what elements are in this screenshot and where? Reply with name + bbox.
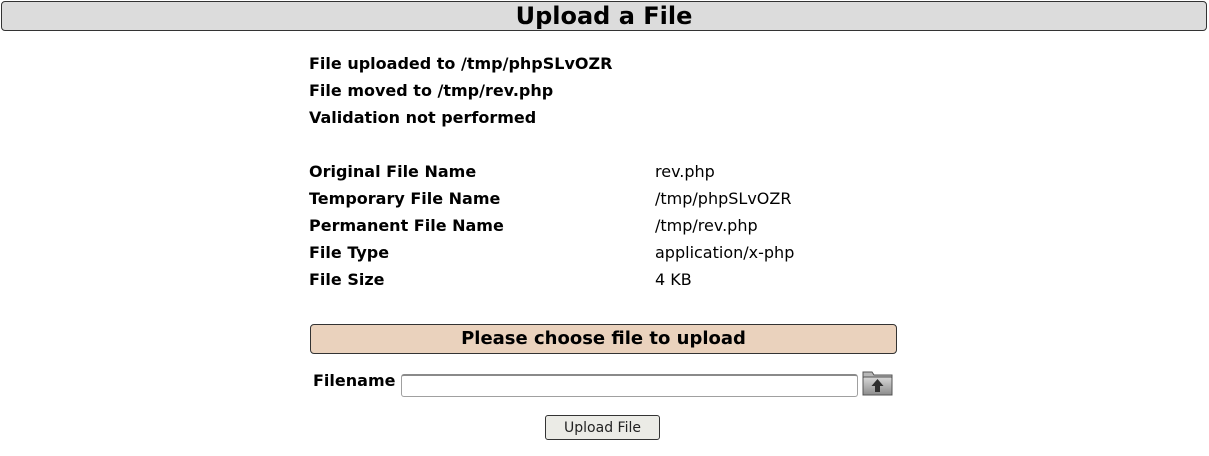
file-info-row: File Size 4 KB: [309, 270, 909, 297]
file-info-label: File Size: [309, 270, 385, 289]
file-info-row: Temporary File Name /tmp/phpSLvOZR: [309, 189, 909, 216]
browse-button[interactable]: [861, 368, 894, 397]
status-validation: Validation not performed: [309, 108, 537, 127]
page: Upload a File File uploaded to /tmp/phpS…: [0, 0, 1209, 456]
file-info-table: Original File Name rev.php Temporary Fil…: [309, 162, 909, 297]
upload-panel-title: Please choose file to upload: [310, 324, 897, 354]
file-info-label: Permanent File Name: [309, 216, 504, 235]
file-info-row: File Type application/x-php: [309, 243, 909, 270]
file-info-value: application/x-php: [655, 243, 795, 262]
page-title: Upload a File: [1, 1, 1207, 31]
file-info-label: Original File Name: [309, 162, 477, 181]
file-info-value: /tmp/phpSLvOZR: [655, 189, 792, 208]
status-moved: File moved to /tmp/rev.php: [309, 81, 554, 100]
file-info-row: Permanent File Name /tmp/rev.php: [309, 216, 909, 243]
file-info-value: 4 KB: [655, 270, 692, 289]
filename-input[interactable]: [401, 374, 858, 397]
file-info-value: rev.php: [655, 162, 715, 181]
status-uploaded: File uploaded to /tmp/phpSLvOZR: [309, 54, 613, 73]
file-info-row: Original File Name rev.php: [309, 162, 909, 189]
filename-label: Filename: [313, 371, 396, 390]
file-info-label: File Type: [309, 243, 390, 262]
file-info-value: /tmp/rev.php: [655, 216, 758, 235]
file-info-label: Temporary File Name: [309, 189, 501, 208]
folder-upload-icon: [862, 371, 893, 396]
upload-file-button[interactable]: Upload File: [545, 415, 660, 440]
